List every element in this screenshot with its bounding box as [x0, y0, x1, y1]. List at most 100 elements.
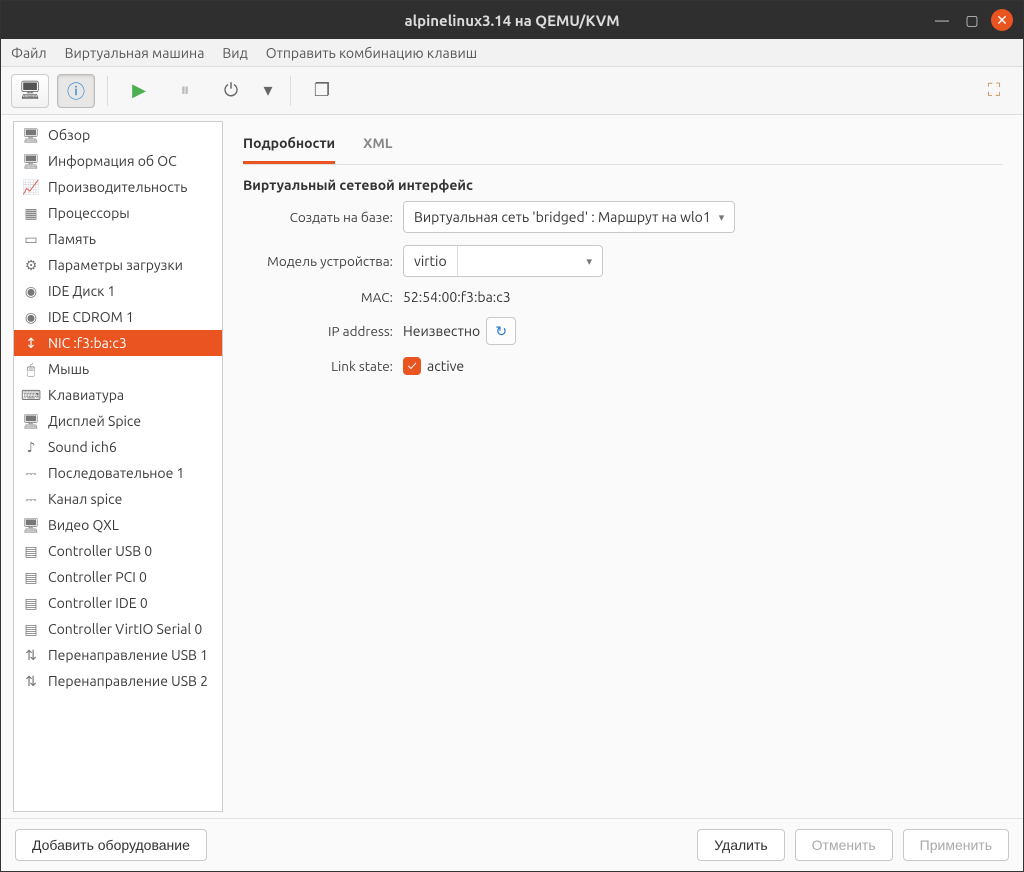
sidebar-item[interactable]: ▤Controller VirtIO Serial 0 — [14, 616, 222, 642]
sidebar-item-icon: ↕ — [22, 334, 40, 352]
refresh-ip-button[interactable]: ↻ — [486, 317, 516, 345]
delete-button[interactable]: Удалить — [697, 829, 784, 861]
shutdown-menu-button[interactable]: ▾ — [258, 74, 278, 108]
sidebar-item-icon: ▤ — [22, 620, 40, 638]
source-dropdown[interactable]: Виртуальная сеть 'bridged' : Маршрут на … — [403, 201, 735, 233]
sidebar-item[interactable]: ▤ Controller USB 0 — [14, 538, 222, 564]
sidebar-item[interactable]: 🖥Видео QXL — [14, 512, 222, 538]
menu-file[interactable]: Файл — [11, 45, 47, 61]
ip-label: IP address: — [243, 323, 393, 339]
titlebar: alpinelinux3.14 на QEMU/KVM — ▢ ✕ — [1, 1, 1023, 39]
source-value: Виртуальная сеть 'bridged' : Маршрут на … — [414, 209, 711, 225]
monitor-icon: 🖥 — [19, 80, 42, 101]
toolbar: 🖥 ⓘ ▶ ⏸ ⏻ ▾ ❐ ⛶ — [1, 67, 1023, 115]
sidebar-item[interactable]: 📈 Производительность — [14, 174, 222, 200]
sidebar-item-icon: 🖥 — [22, 126, 40, 144]
sidebar-item-icon: 🖥 — [22, 152, 40, 170]
chevron-down-icon: ▾ — [263, 80, 272, 101]
sidebar-item[interactable]: ◉IDE CDROM 1 — [14, 304, 222, 330]
separator — [290, 76, 291, 106]
sidebar-item-label: Обзор — [48, 127, 90, 143]
sidebar-item[interactable]: ▤Controller PCI 0 — [14, 564, 222, 590]
sidebar-item[interactable]: ▦Процессоры — [14, 200, 222, 226]
sidebar-item-icon: ⎓ — [22, 490, 40, 508]
cancel-button[interactable]: Отменить — [795, 829, 893, 861]
sidebar-item-label: Controller USB 0 — [48, 543, 152, 559]
sidebar-item-label: Параметры загрузки — [48, 257, 183, 273]
model-dropdown[interactable]: virtio ▾ — [403, 245, 603, 277]
pause-icon: ⏸ — [181, 80, 190, 101]
add-hardware-button[interactable]: Добавить оборудование — [15, 829, 207, 861]
sidebar-item[interactable]: 🖱 Мышь — [14, 356, 222, 382]
sidebar-item-label: Дисплей Spice — [48, 413, 141, 429]
sidebar-item[interactable]: ⇅ Перенаправление USB 1 — [14, 642, 222, 668]
minimize-button[interactable]: — — [931, 9, 953, 31]
sidebar-item-label: Controller PCI 0 — [48, 569, 147, 585]
info-icon: ⓘ — [67, 78, 85, 104]
tab-details[interactable]: Подробности — [243, 127, 335, 164]
sidebar-item[interactable]: ⎓ Канал spice — [14, 486, 222, 512]
sidebar-item-label: Мышь — [48, 361, 89, 377]
sidebar-item[interactable]: ⚙ Параметры загрузки — [14, 252, 222, 278]
tab-xml[interactable]: XML — [363, 127, 392, 164]
sidebar-item[interactable]: ↕ NIC :f3:ba:c3 — [14, 330, 222, 356]
menu-view[interactable]: Вид — [222, 45, 247, 61]
sidebar-item[interactable]: 🖥 Дисплей Spice — [14, 408, 222, 434]
details-view-button[interactable]: ⓘ — [57, 74, 95, 108]
menu-sendkey[interactable]: Отправить комбинацию клавиш — [266, 45, 477, 61]
sidebar-item-icon: ♪ — [22, 438, 40, 456]
sidebar-item-label: Sound ich6 — [48, 439, 117, 455]
model-label: Модель устройства: — [243, 253, 393, 269]
sidebar-item-icon: ◉ — [22, 282, 40, 300]
refresh-icon: ↻ — [495, 323, 507, 340]
sidebar-item-icon: ▭ — [22, 230, 40, 248]
sidebar-item-label: Перенаправление USB 2 — [48, 673, 208, 689]
shutdown-button[interactable]: ⏻ — [212, 74, 250, 108]
mac-label: MAC: — [243, 289, 393, 305]
sidebar-item[interactable]: ▭Память — [14, 226, 222, 252]
sidebar-item-label: Канал spice — [48, 491, 122, 507]
chevron-down-icon: ▾ — [586, 255, 592, 268]
sidebar-item[interactable]: ⎓Последовательное 1 — [14, 460, 222, 486]
window-title: alpinelinux3.14 на QEMU/KVM — [1, 12, 1023, 29]
sidebar-item-icon: ▤ — [22, 594, 40, 612]
sidebar-item-icon: ⚙ — [22, 256, 40, 274]
menu-vm[interactable]: Виртуальная машина — [65, 45, 205, 61]
sidebar-item-label: NIC :f3:ba:c3 — [48, 335, 127, 351]
sidebar-item[interactable]: ▤Controller IDE 0 — [14, 590, 222, 616]
sidebar-item-icon: ⌨ — [22, 386, 40, 404]
sidebar-item-icon: 🖱 — [22, 360, 40, 378]
sidebar-item-label: IDE Диск 1 — [48, 283, 115, 299]
console-view-button[interactable]: 🖥 — [11, 74, 49, 108]
linkstate-value: active — [427, 358, 464, 374]
linkstate-checkbox[interactable]: ✓ — [403, 357, 421, 375]
sidebar-item[interactable]: 🖥Информация об ОС — [14, 148, 222, 174]
sidebar-item-icon: ▤ — [22, 542, 40, 560]
power-icon: ⏻ — [224, 80, 238, 101]
run-button[interactable]: ▶ — [120, 74, 158, 108]
pause-button[interactable]: ⏸ — [166, 74, 204, 108]
sidebar-item-label: IDE CDROM 1 — [48, 309, 134, 325]
sidebar-item[interactable]: ♪ Sound ich6 — [14, 434, 222, 460]
linkstate-label: Link state: — [243, 358, 393, 374]
sidebar-item-icon: 🖥 — [22, 412, 40, 430]
footer: Добавить оборудование Удалить Отменить П… — [1, 818, 1023, 871]
sidebar-item-icon: 📈 — [22, 178, 40, 196]
sidebar-item[interactable]: ◉ IDE Диск 1 — [14, 278, 222, 304]
sidebar-item-label: Производительность — [48, 179, 187, 195]
sidebar-item[interactable]: ⌨ Клавиатура — [14, 382, 222, 408]
fullscreen-icon: ⛶ — [988, 80, 1001, 101]
fullscreen-button[interactable]: ⛶ — [975, 74, 1013, 108]
hardware-sidebar[interactable]: 🖥 Обзор 🖥Информация об ОС 📈 Производительнос… — [13, 121, 223, 812]
snapshots-button[interactable]: ❐ — [303, 74, 341, 108]
close-button[interactable]: ✕ — [991, 9, 1013, 31]
sidebar-item[interactable]: ⇅Перенаправление USB 2 — [14, 668, 222, 694]
snapshots-icon: ❐ — [314, 80, 330, 101]
sidebar-item[interactable]: 🖥 Обзор — [14, 122, 222, 148]
sidebar-item-label: Перенаправление USB 1 — [48, 647, 208, 663]
sidebar-item-label: Клавиатура — [48, 387, 124, 403]
separator — [107, 76, 108, 106]
apply-button[interactable]: Применить — [903, 829, 1009, 861]
maximize-button[interactable]: ▢ — [961, 9, 983, 31]
sidebar-item-icon: ⇅ — [22, 646, 40, 664]
